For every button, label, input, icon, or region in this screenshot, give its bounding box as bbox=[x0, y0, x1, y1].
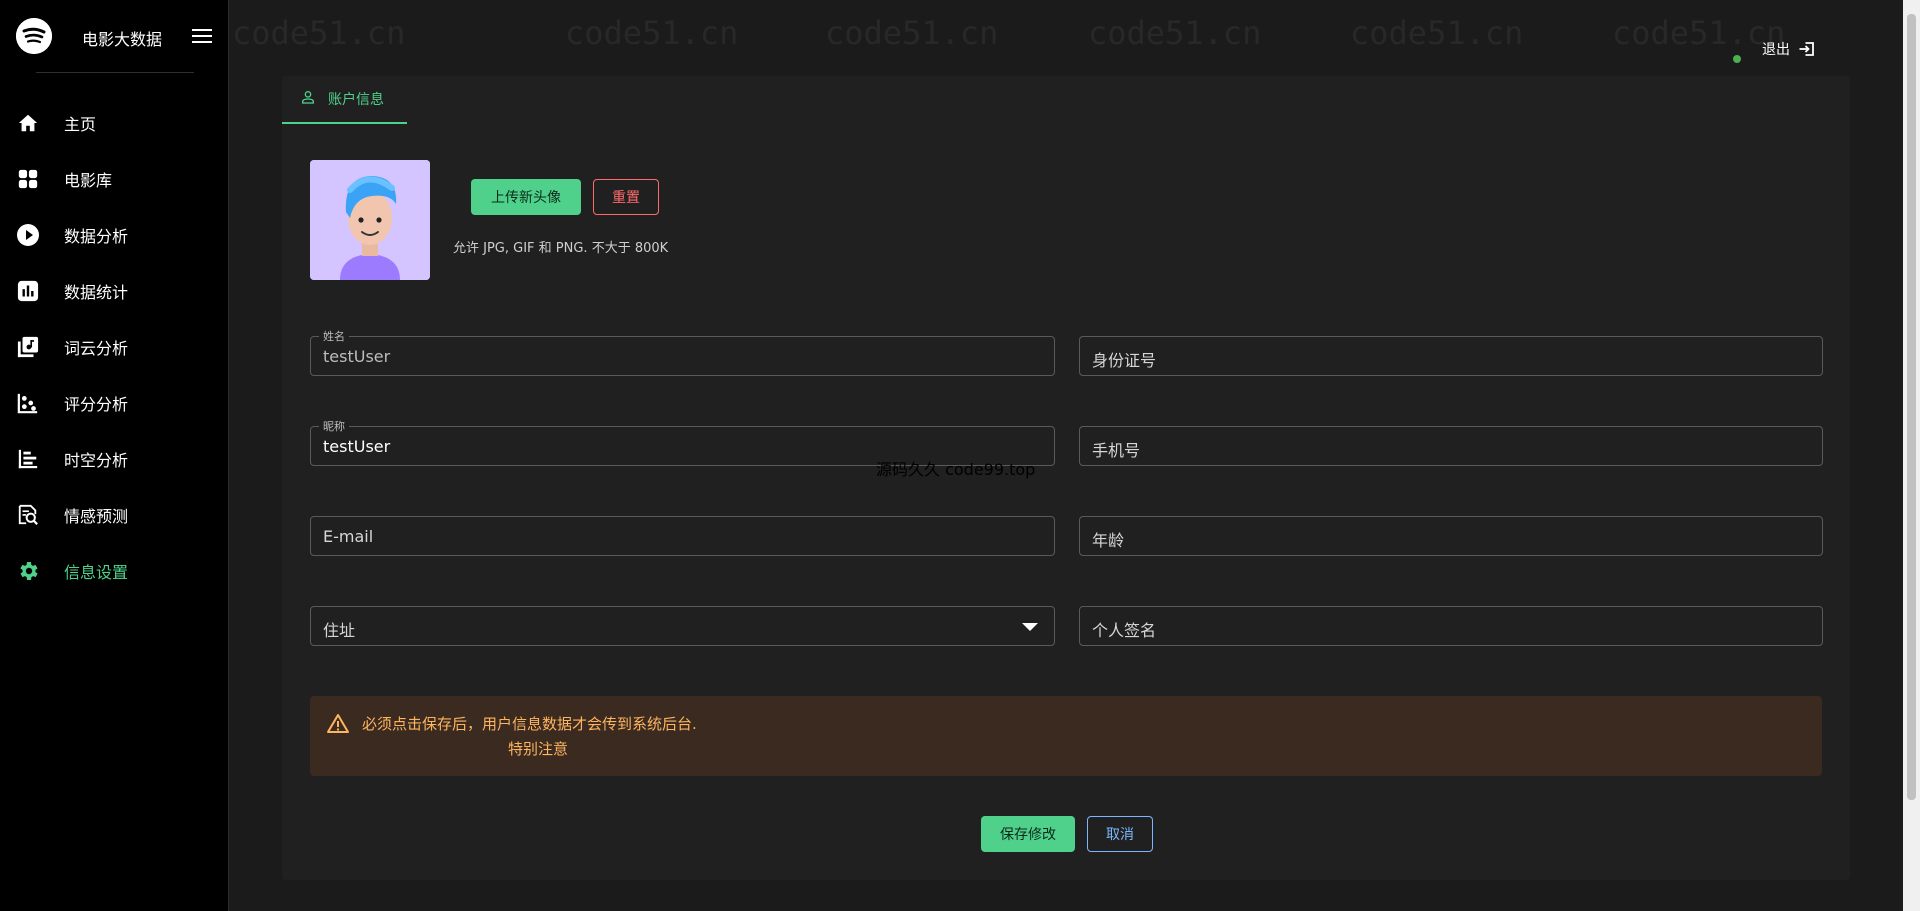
watermark-text: code51.cn bbox=[1350, 14, 1524, 52]
hamburger-menu-icon[interactable] bbox=[192, 26, 214, 46]
watermark-text: code51.cn bbox=[232, 14, 406, 52]
gear-icon bbox=[16, 559, 40, 583]
brand-divider bbox=[36, 72, 194, 73]
watermark-text: code51.cn bbox=[825, 14, 999, 52]
watermark-text: code51.cn bbox=[565, 14, 739, 52]
watermark-text: code51.cn bbox=[1088, 14, 1262, 52]
sidebar-nav: 主页 电影库 数据分析 数据统计 词云分析 评分分析 时空分析 情感预测 信息设… bbox=[0, 95, 229, 599]
phone-placeholder: 手机号 bbox=[1092, 441, 1141, 460]
id-number-placeholder: 身份证号 bbox=[1092, 351, 1157, 370]
sidebar-item-label: 时空分析 bbox=[64, 451, 129, 470]
sidebar-item-label: 词云分析 bbox=[64, 339, 129, 358]
page-scrollbar[interactable] bbox=[1903, 0, 1920, 911]
tab-label: 账户信息 bbox=[328, 92, 384, 108]
sidebar-item-analysis[interactable]: 数据分析 bbox=[0, 207, 229, 263]
address-placeholder: 住址 bbox=[323, 621, 356, 640]
logout-label: 退出 bbox=[1762, 42, 1790, 58]
online-status-dot bbox=[1733, 55, 1741, 63]
warning-icon bbox=[326, 712, 350, 736]
sidebar-item-label: 数据统计 bbox=[64, 283, 129, 302]
nickname-value: testUser bbox=[323, 437, 391, 456]
alert-message: 必须点击保存后，用户信息数据才会传到系统后台. bbox=[362, 715, 697, 733]
watermark-text: code51.cn bbox=[1612, 14, 1786, 52]
sidebar-item-wordcloud[interactable]: 词云分析 bbox=[0, 319, 229, 375]
sidebar-item-label: 主页 bbox=[64, 115, 97, 134]
logout-icon bbox=[1798, 40, 1816, 58]
email-placeholder: E-mail bbox=[323, 527, 374, 546]
email-field[interactable]: E-mail bbox=[310, 516, 1055, 556]
sidebar-item-rating[interactable]: 评分分析 bbox=[0, 375, 229, 431]
age-field[interactable]: 年龄 bbox=[1079, 516, 1823, 556]
sidebar-item-movies[interactable]: 电影库 bbox=[0, 151, 229, 207]
reset-avatar-button[interactable]: 重置 bbox=[593, 179, 659, 215]
search-document-icon bbox=[16, 503, 40, 527]
nickname-legend: 昵称 bbox=[319, 418, 349, 434]
sidebar-item-statistics[interactable]: 数据统计 bbox=[0, 263, 229, 319]
signature-placeholder: 个人签名 bbox=[1092, 621, 1157, 640]
scatter-chart-icon bbox=[16, 391, 40, 415]
alert-title: 特别注意 bbox=[508, 740, 569, 758]
user-icon bbox=[300, 89, 316, 109]
sidebar-item-settings[interactable]: 信息设置 bbox=[0, 543, 229, 599]
brand: 电影大数据 bbox=[16, 18, 216, 54]
warning-alert: 必须点击保存后，用户信息数据才会传到系统后台. 特别注意 bbox=[310, 696, 1822, 776]
timeline-icon bbox=[16, 447, 40, 471]
avatar bbox=[310, 160, 430, 280]
play-circle-icon bbox=[16, 223, 40, 247]
home-icon bbox=[16, 111, 40, 135]
sidebar-item-label: 情感预测 bbox=[64, 507, 129, 526]
brand-title: 电影大数据 bbox=[82, 30, 163, 49]
address-select[interactable]: 住址 bbox=[310, 606, 1055, 646]
grid-icon bbox=[16, 167, 40, 191]
id-number-field[interactable]: 身份证号 bbox=[1079, 336, 1823, 376]
cancel-button[interactable]: 取消 bbox=[1087, 816, 1153, 852]
phone-field[interactable]: 手机号 bbox=[1079, 426, 1823, 466]
sidebar-item-home[interactable]: 主页 bbox=[0, 95, 229, 151]
sidebar-item-sentiment[interactable]: 情感预测 bbox=[0, 487, 229, 543]
sidebar-item-label: 电影库 bbox=[64, 171, 113, 190]
age-placeholder: 年龄 bbox=[1092, 531, 1125, 550]
name-value: testUser bbox=[323, 347, 391, 366]
scrollbar-thumb[interactable] bbox=[1907, 14, 1916, 800]
bar-chart-icon bbox=[16, 279, 40, 303]
sidebar-item-label: 信息设置 bbox=[64, 563, 129, 582]
name-legend: 姓名 bbox=[319, 328, 349, 344]
center-watermark: 源码久久 code99.top bbox=[876, 460, 1036, 479]
signature-field[interactable]: 个人签名 bbox=[1079, 606, 1823, 646]
sidebar-item-label: 评分分析 bbox=[64, 395, 129, 414]
logout-button[interactable]: 退出 bbox=[1762, 38, 1816, 60]
save-button[interactable]: 保存修改 bbox=[981, 816, 1075, 852]
sidebar: 电影大数据 主页 电影库 数据分析 数据统计 词云分析 评分分析 时空分析 情感… bbox=[0, 0, 229, 911]
sidebar-item-spacetime[interactable]: 时空分析 bbox=[0, 431, 229, 487]
name-field[interactable]: 姓名 testUser bbox=[310, 328, 1055, 376]
tab-account-info[interactable]: 账户信息 bbox=[282, 76, 407, 124]
spotify-logo-icon bbox=[16, 18, 52, 54]
music-library-icon bbox=[16, 335, 40, 359]
chevron-down-icon bbox=[1022, 623, 1038, 631]
avatar-hint: 允许 JPG, GIF 和 PNG. 不大于 800K bbox=[453, 241, 669, 256]
upload-avatar-button[interactable]: 上传新头像 bbox=[471, 179, 581, 215]
sidebar-item-label: 数据分析 bbox=[64, 227, 129, 246]
account-card: 账户信息 上传新头像 重置 允许 JPG, GIF 和 PNG. 不大于 800… bbox=[282, 76, 1850, 880]
